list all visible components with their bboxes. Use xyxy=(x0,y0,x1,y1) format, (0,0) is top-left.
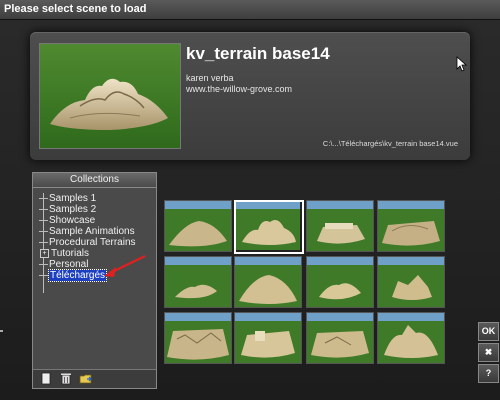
scene-thumbnail[interactable] xyxy=(234,312,302,364)
scene-thumbnail[interactable] xyxy=(377,312,445,364)
collection-item-telecharges[interactable]: Téléchargés xyxy=(39,269,108,282)
cancel-button[interactable]: ✖ xyxy=(478,343,499,362)
scene-thumbnail[interactable] xyxy=(377,200,445,252)
collections-header: Collections xyxy=(33,173,156,188)
collection-item-sample-animations[interactable]: Sample Animations xyxy=(39,226,135,237)
scene-thumbnail[interactable] xyxy=(377,256,445,308)
scene-thumbnail-selected[interactable] xyxy=(234,200,304,254)
scene-name: kv_terrain base14 xyxy=(186,44,330,63)
new-collection-icon[interactable] xyxy=(39,372,53,385)
expand-icon[interactable]: + xyxy=(40,248,49,258)
scene-url: www.the-willow-grove.com xyxy=(186,84,293,94)
scene-thumbnail[interactable] xyxy=(164,312,232,364)
scene-author: karen verba xyxy=(186,73,234,83)
scene-thumbnail[interactable] xyxy=(164,200,232,252)
delete-collection-icon[interactable] xyxy=(59,372,73,385)
help-button[interactable]: ? xyxy=(478,364,499,383)
collection-item-samples-1[interactable]: Samples 1 xyxy=(39,193,96,204)
collection-item-samples-2[interactable]: Samples 2 xyxy=(39,204,96,215)
ok-button[interactable]: OK xyxy=(478,322,499,341)
scene-file-path: C:\...\Téléchargés\kv_terrain base14.vue xyxy=(322,139,458,148)
scene-thumbnail-grid xyxy=(164,200,474,390)
scene-thumbnail[interactable] xyxy=(164,256,232,308)
red-arrow-annotation xyxy=(104,255,146,277)
scene-thumbnail[interactable] xyxy=(234,256,302,308)
scene-preview-image xyxy=(39,43,181,149)
mouse-cursor-icon xyxy=(456,56,468,72)
window-title: Please select scene to load xyxy=(4,3,147,15)
scene-thumbnail[interactable] xyxy=(306,200,374,252)
folder-icon[interactable] xyxy=(79,372,93,385)
title-bar: Please select scene to load xyxy=(0,0,500,20)
scene-preview-panel: kv_terrain base14 karen verba www.the-wi… xyxy=(30,32,470,160)
collection-item-showcase[interactable]: Showcase xyxy=(39,215,95,226)
scene-thumbnail[interactable] xyxy=(306,256,374,308)
window-edge-marker xyxy=(0,330,3,332)
collection-item-tutorials[interactable]: + Tutorials xyxy=(40,248,89,259)
collection-item-personal[interactable]: Personal xyxy=(39,259,88,270)
scene-thumbnail[interactable] xyxy=(306,312,374,364)
collections-toolbar xyxy=(33,369,156,388)
collection-item-procedural-terrains[interactable]: Procedural Terrains xyxy=(39,237,136,248)
